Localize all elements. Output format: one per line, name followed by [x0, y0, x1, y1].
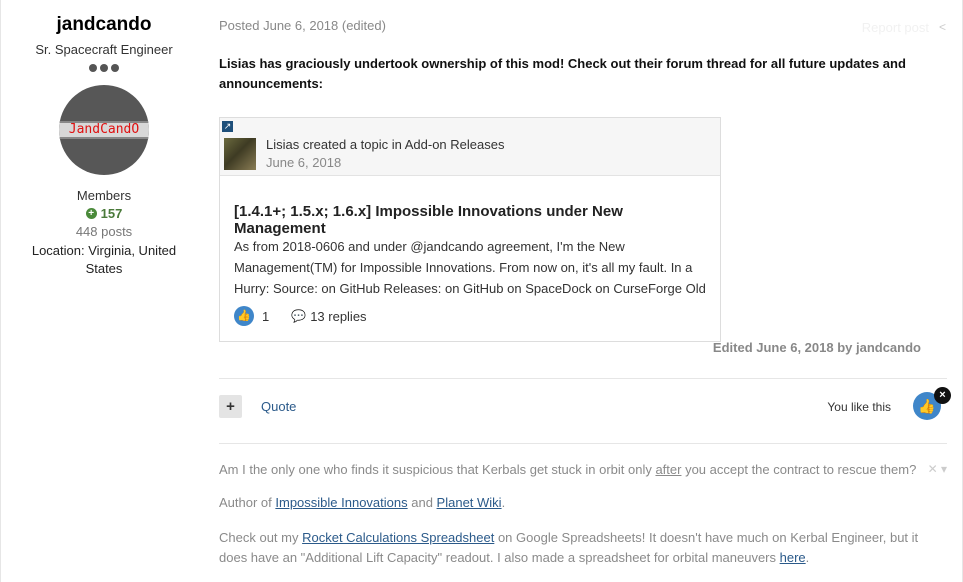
edited-note: Edited June 6, 2018 by jandcando [712, 340, 921, 355]
signature-line-1: Am I the only one who finds it suspiciou… [219, 462, 916, 477]
post-date: Posted June 6, 2018 (edited) [219, 18, 386, 33]
plus-circle-icon: + [85, 208, 97, 219]
spreadsheet-link[interactable]: Rocket Calculations Spreadsheet [302, 530, 494, 545]
embed-like-count: 1 [262, 308, 270, 324]
post-frame: jandcando Sr. Spacecraft Engineer JandCa… [0, 0, 963, 582]
embedded-topic[interactable]: ↗ Lisias created a topic in Add-on Relea… [219, 117, 721, 342]
embed-title[interactable]: [1.4.1+; 1.5.x; 1.6.x] Impossible Innova… [234, 203, 714, 237]
embed-author-line[interactable]: Lisias created a topic in Add-on Release… [266, 137, 504, 152]
location-line-1: Location: Virginia, United [31, 243, 177, 258]
post-intro: Lisias has graciously undertook ownershi… [219, 56, 906, 91]
external-link-icon[interactable]: ↗ [222, 121, 233, 132]
signature-line-2: Author of Impossible Innovations and Pla… [219, 495, 505, 510]
you-like-text: You like this [827, 400, 891, 414]
thumbs-up-icon: 👍 [234, 306, 254, 326]
signature-line-3: Check out my Rocket Calculations Spreads… [219, 528, 929, 568]
avatar[interactable]: JandCandO [59, 85, 149, 175]
embed-avatar [224, 138, 256, 170]
location: Location: Virginia, United States [9, 242, 199, 278]
embed-date: June 6, 2018 [266, 155, 342, 170]
share-icon[interactable]: < [939, 20, 951, 34]
signature-hide-icon[interactable]: ✕ ▾ [928, 462, 947, 476]
planet-wiki-link[interactable]: Planet Wiki [437, 495, 502, 510]
reputation: + 157 [9, 206, 199, 221]
reputation-count: 157 [100, 206, 123, 221]
sig-text: and [407, 495, 437, 510]
sig-text: Author of [219, 495, 276, 510]
here-link[interactable]: here [780, 550, 806, 565]
report-post-link[interactable]: Report post [862, 20, 929, 35]
sig-underline: after [655, 462, 682, 477]
member-group: Members [76, 188, 132, 203]
post-count: 448 posts [75, 224, 133, 239]
author-title: Sr. Spacecraft Engineer [35, 42, 173, 57]
comment-icon: 💬 [291, 309, 307, 323]
location-line-2: States [85, 261, 123, 276]
close-icon[interactable]: × [934, 387, 951, 404]
divider [219, 378, 947, 379]
embed-replies: 13 replies [310, 308, 367, 324]
sig-text: Check out my [219, 530, 303, 545]
impossible-innovations-link[interactable]: Impossible Innovations [275, 495, 407, 510]
multiquote-button[interactable]: + [219, 395, 242, 418]
sig-text: . [805, 550, 810, 565]
sig-text: . [501, 495, 506, 510]
avatar-text: JandCandO [68, 122, 140, 137]
author-name[interactable]: jandcando [9, 14, 199, 36]
author-panel: jandcando Sr. Spacecraft Engineer JandCa… [9, 14, 199, 278]
rank-pips [9, 64, 199, 72]
embed-body: As from 2018-0606 and under @jandcando a… [234, 239, 706, 296]
quote-button[interactable]: Quote [261, 399, 296, 414]
post-content: Posted June 6, 2018 (edited) Report post… [219, 0, 951, 582]
embed-header: ↗ Lisias created a topic in Add-on Relea… [220, 118, 720, 176]
sig-text: you accept the contract to rescue them? [681, 462, 917, 477]
embed-footer: 👍 1 💬 13 replies [234, 306, 367, 326]
divider [219, 443, 947, 444]
sig-text: Am I the only one who finds it suspiciou… [219, 462, 656, 477]
